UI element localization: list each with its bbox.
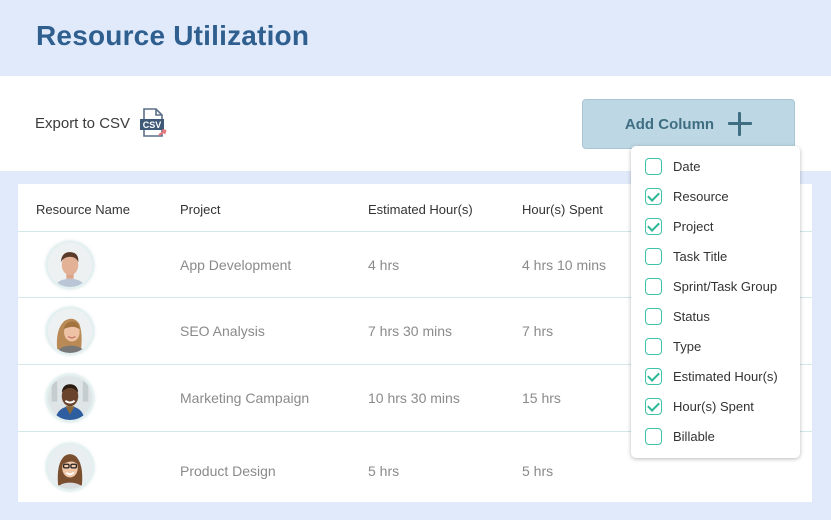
column-option-label: Hour(s) Spent: [673, 398, 754, 414]
column-option-label: Billable: [673, 428, 715, 444]
column-header-project[interactable]: Project: [180, 202, 220, 217]
project-cell: SEO Analysis: [180, 323, 265, 339]
checkbox-unchecked[interactable]: [645, 337, 662, 355]
hours-spent-cell: 7 hrs: [522, 323, 554, 339]
column-option-label: Task Title: [673, 248, 728, 264]
column-option-date[interactable]: Date: [645, 156, 700, 176]
page-header: Resource Utilization: [0, 0, 831, 76]
column-option-estimated-hour-s[interactable]: Estimated Hour(s): [645, 366, 778, 386]
checkbox-checked[interactable]: [645, 397, 662, 415]
column-option-sprint-task-group[interactable]: Sprint/Task Group: [645, 276, 777, 296]
avatar: [46, 443, 94, 491]
page-title: Resource Utilization: [36, 20, 310, 51]
estimated-hours-cell: 10 hrs 30 mins: [368, 390, 460, 406]
avatar: [46, 374, 94, 422]
column-header-estimated-hours[interactable]: Estimated Hour(s): [368, 202, 473, 217]
column-header-resource-name[interactable]: Resource Name: [36, 202, 130, 217]
estimated-hours-cell: 7 hrs 30 mins: [368, 323, 453, 339]
checkbox-unchecked[interactable]: [645, 277, 662, 295]
estimated-hours-cell: 5 hrs: [368, 463, 400, 479]
column-option-label: Type: [673, 338, 702, 354]
add-column-label: Add Column: [624, 115, 715, 133]
add-column-button[interactable]: Add Column: [582, 99, 795, 149]
checkbox-unchecked[interactable]: [645, 247, 662, 265]
project-cell: Product Design: [180, 463, 276, 479]
hours-spent-cell: 4 hrs 10 mins: [522, 257, 607, 273]
column-header-hours-spent[interactable]: Hour(s) Spent: [522, 202, 603, 217]
column-option-label: Estimated Hour(s): [673, 368, 778, 384]
column-option-label: Sprint/Task Group: [673, 278, 778, 294]
column-option-label: Project: [673, 218, 714, 234]
column-option-task-title[interactable]: Task Title: [645, 246, 727, 266]
column-option-project[interactable]: Project: [645, 216, 713, 236]
column-option-hour-s-spent[interactable]: Hour(s) Spent: [645, 396, 754, 416]
column-option-resource[interactable]: Resource: [645, 186, 729, 206]
column-option-status[interactable]: Status: [645, 306, 710, 326]
checkbox-unchecked[interactable]: [645, 427, 662, 445]
checkbox-checked[interactable]: [645, 187, 662, 205]
project-cell: App Development: [180, 257, 292, 273]
estimated-hours-cell: 4 hrs: [368, 257, 400, 273]
checkbox-unchecked[interactable]: [645, 157, 662, 175]
export-csv-button[interactable]: Export to CSV CSV: [35, 108, 167, 138]
avatar: [46, 307, 94, 355]
column-option-billable[interactable]: Billable: [645, 426, 715, 446]
project-cell: Marketing Campaign: [180, 390, 310, 406]
svg-text:CSV: CSV: [143, 120, 162, 130]
checkbox-checked[interactable]: [645, 367, 662, 385]
add-column-menu: Date Resource Project Task Title Sprint/Task…: [631, 146, 800, 458]
hours-spent-cell: 5 hrs: [522, 463, 554, 479]
plus-icon: [728, 112, 753, 136]
checkbox-checked[interactable]: [645, 217, 662, 235]
column-option-type[interactable]: Type: [645, 336, 701, 356]
column-option-label: Date: [673, 158, 701, 174]
hours-spent-cell: 15 hrs: [522, 390, 561, 406]
export-csv-label: Export to CSV: [35, 114, 131, 132]
checkbox-unchecked[interactable]: [645, 307, 662, 325]
avatar: [46, 241, 94, 289]
column-option-label: Resource: [673, 188, 729, 204]
column-option-label: Status: [673, 308, 710, 324]
csv-file-icon: CSV: [139, 108, 167, 138]
